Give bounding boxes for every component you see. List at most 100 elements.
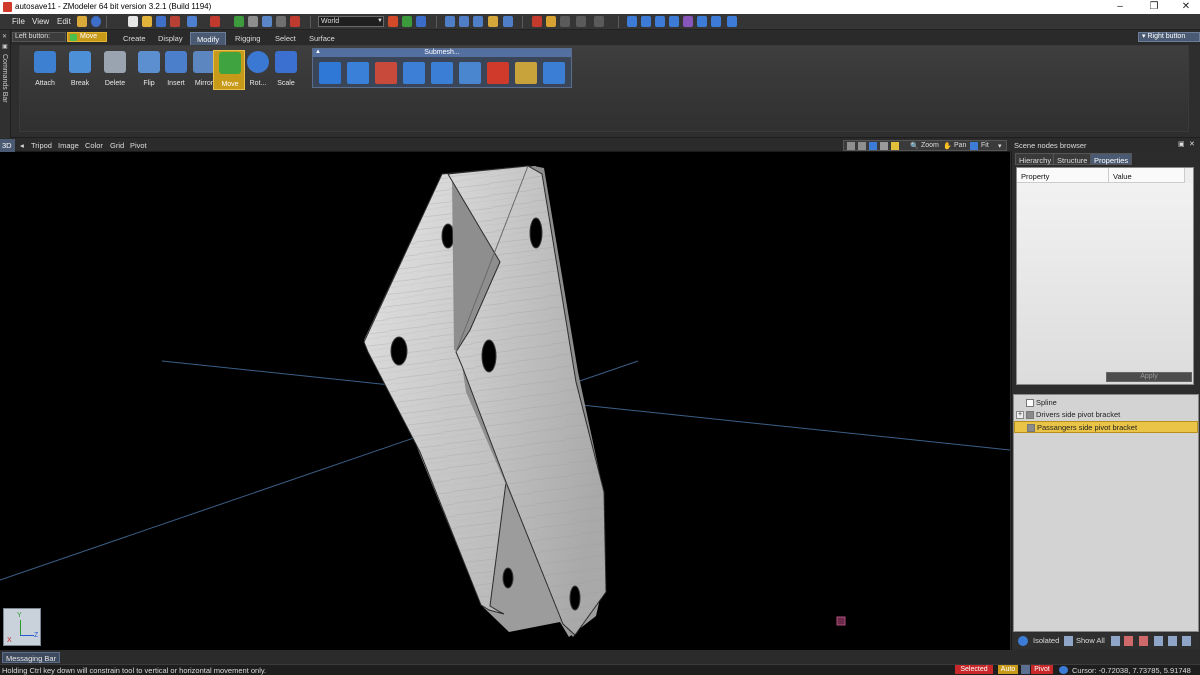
import-icon[interactable]: [170, 16, 180, 27]
duplicate-icon[interactable]: [276, 16, 286, 27]
node-visibility-checkbox[interactable]: [1026, 399, 1034, 407]
viewport-layout-icon[interactable]: [847, 142, 855, 150]
axis-tripod-widget[interactable]: Y X Z: [3, 608, 41, 646]
scene-node-spline[interactable]: Spline: [1014, 397, 1198, 409]
tab-display[interactable]: Display: [152, 32, 189, 45]
pivot-mode-badge[interactable]: Pivot: [1031, 665, 1053, 674]
magnet-icon[interactable]: [532, 16, 542, 27]
select-material-icon[interactable]: [683, 16, 693, 27]
axis-lock-z-icon[interactable]: [416, 16, 426, 27]
properties-grid[interactable]: Property Value: [1016, 167, 1194, 385]
tab-modify[interactable]: Modify: [190, 32, 227, 45]
close-button[interactable]: ✕: [1170, 0, 1200, 14]
fit-button[interactable]: Fit: [981, 142, 989, 149]
undo-history-icon[interactable]: [77, 16, 87, 27]
select-face-icon[interactable]: [655, 16, 665, 27]
chevron-down-icon[interactable]: ▼: [377, 18, 383, 24]
viewport-grid-icon[interactable]: [880, 142, 888, 150]
maximize-button[interactable]: ❐: [1138, 0, 1170, 14]
menu-view[interactable]: View: [32, 17, 49, 26]
auto-mode-badge[interactable]: Auto: [998, 665, 1018, 674]
scale-button[interactable]: Scale: [270, 50, 302, 92]
submesh-gold-icon[interactable]: [515, 62, 537, 84]
export-icon[interactable]: [187, 16, 197, 27]
column-property[interactable]: Property: [1017, 168, 1109, 183]
node-tool-icon[interactable]: [1154, 636, 1163, 646]
submesh-detach-icon[interactable]: [403, 62, 425, 84]
pivot-mode-icon[interactable]: [1021, 665, 1030, 674]
viewport-menu-tripod[interactable]: Tripod: [31, 141, 52, 150]
break-button[interactable]: Break: [64, 50, 96, 92]
submesh-box-icon[interactable]: [319, 62, 341, 84]
isolate-icon[interactable]: [1018, 636, 1028, 646]
left-button-mode-badge[interactable]: Move: [67, 32, 107, 42]
snap-grid-icon[interactable]: [445, 16, 455, 27]
viewport-camera-icon[interactable]: [858, 142, 866, 150]
axis-lock-x-icon[interactable]: [388, 16, 398, 27]
submesh-paint-icon[interactable]: [347, 62, 369, 84]
selected-mode-badge[interactable]: Selected: [955, 665, 993, 674]
messaging-bar-tab[interactable]: Messaging Bar: [2, 652, 60, 663]
snap-pivot-icon[interactable]: [503, 16, 513, 27]
viewport-mode-3d[interactable]: 3D: [0, 139, 15, 152]
tab-properties[interactable]: Properties: [1090, 153, 1133, 165]
lock-selection-icon[interactable]: [546, 16, 556, 27]
viewport-light-icon[interactable]: [891, 142, 899, 150]
soft-select-icon[interactable]: [560, 16, 570, 27]
node-tool-icon[interactable]: [1139, 636, 1148, 646]
close-icon[interactable]: ✕: [1189, 140, 1195, 148]
expand-icon[interactable]: +: [1016, 411, 1024, 419]
symmetry-icon[interactable]: [576, 16, 586, 27]
copy-icon[interactable]: [248, 16, 258, 27]
chevron-down-icon[interactable]: ▾: [998, 142, 1002, 150]
minimize-button[interactable]: –: [1104, 0, 1136, 14]
isolated-button[interactable]: Isolated: [1033, 636, 1059, 645]
scene-node-drivers-bracket[interactable]: + Drivers side pivot bracket: [1014, 409, 1198, 421]
tab-surface[interactable]: Surface: [303, 32, 341, 45]
tab-rigging[interactable]: Rigging: [229, 32, 266, 45]
dock-icon[interactable]: ▣: [2, 43, 8, 50]
collapse-icon[interactable]: ▲: [315, 49, 321, 55]
help-icon[interactable]: [91, 16, 101, 27]
node-visibility-checkbox[interactable]: [1027, 424, 1035, 432]
viewport-menu-color[interactable]: Color: [85, 141, 103, 150]
constraint-icon[interactable]: [594, 16, 604, 27]
paste-icon[interactable]: [262, 16, 272, 27]
snap-vertex-icon[interactable]: [459, 16, 469, 27]
axis-lock-y-icon[interactable]: [402, 16, 412, 27]
select-invert-icon[interactable]: [727, 16, 737, 27]
submesh-blue-icon[interactable]: [543, 62, 565, 84]
node-tool-icon[interactable]: [1168, 636, 1177, 646]
3d-viewport[interactable]: [0, 152, 1010, 650]
viewport-nav-icon[interactable]: ◂: [20, 141, 24, 150]
submesh-grid-icon[interactable]: [459, 62, 481, 84]
scene-node-passangers-bracket[interactable]: Passangers side pivot bracket: [1014, 421, 1198, 433]
pan-icon[interactable]: ✋: [943, 142, 952, 150]
column-value[interactable]: Value: [1109, 168, 1185, 183]
coordinate-space-select[interactable]: World: [318, 16, 384, 27]
scene-node-list[interactable]: Spline + Drivers side pivot bracket Pass…: [1013, 394, 1199, 632]
scrollbar[interactable]: [1185, 168, 1193, 183]
zoom-button[interactable]: Zoom: [921, 142, 939, 149]
menu-file[interactable]: File: [12, 17, 25, 26]
dock-icon[interactable]: ▣: [1178, 140, 1185, 148]
left-button-mode-select[interactable]: Left button:: [12, 32, 66, 42]
tab-select[interactable]: Select: [269, 32, 302, 45]
undo-icon[interactable]: [210, 16, 220, 27]
snap-edge-icon[interactable]: [473, 16, 483, 27]
open-file-icon[interactable]: [142, 16, 152, 27]
node-visibility-checkbox[interactable]: [1026, 411, 1034, 419]
commands-bar[interactable]: ✕ ▣ Commands Bar: [0, 30, 11, 138]
delete-button[interactable]: Delete: [99, 50, 131, 92]
snap-face-icon[interactable]: [488, 16, 498, 27]
viewport-render-icon[interactable]: [869, 142, 877, 150]
node-tool-icon[interactable]: [1182, 636, 1191, 646]
redo-icon[interactable]: [234, 16, 244, 27]
tab-hierarchy[interactable]: Hierarchy: [1015, 153, 1056, 165]
select-edge-icon[interactable]: [641, 16, 651, 27]
clear-icon[interactable]: [290, 16, 300, 27]
select-object-icon[interactable]: [669, 16, 679, 27]
viewport-menu-grid[interactable]: Grid: [110, 141, 124, 150]
attach-button[interactable]: Attach: [29, 50, 61, 92]
node-tool-icon[interactable]: [1124, 636, 1133, 646]
